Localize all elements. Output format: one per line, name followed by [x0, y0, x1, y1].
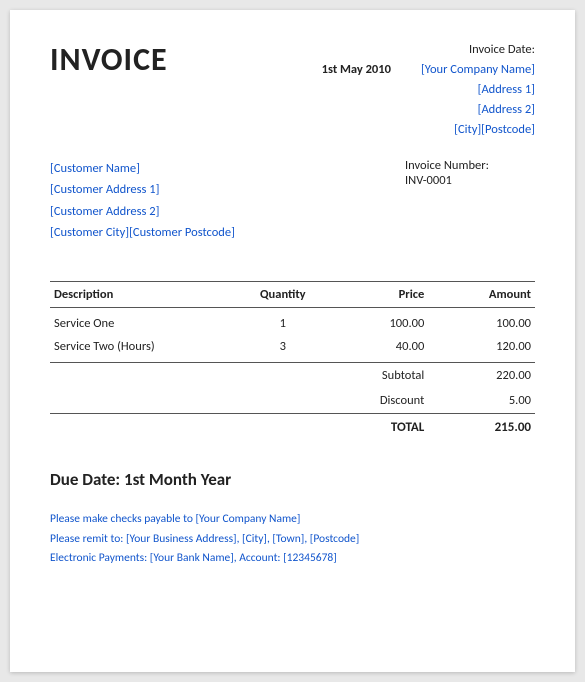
customer-name: [Customer Name] [50, 158, 235, 179]
footer-line2: Please remit to: [Your Business Address]… [50, 530, 535, 550]
due-date-section: Due Date: 1st Month Year [50, 469, 535, 490]
footer-line3: Electronic Payments: [Your Bank Name], A… [50, 549, 535, 569]
invoice-header: INVOICE Invoice Date: 1st May 2010 [Your… [50, 40, 535, 140]
customer-city-postcode: [Customer City][Customer Postcode] [50, 222, 235, 243]
company-name: [Your Company Name] [421, 60, 535, 80]
item-amount-1: 100.00 [428, 308, 535, 336]
company-city-postcode: [City][Postcode] [454, 120, 535, 140]
customer-address1: [Customer Address 1] [50, 179, 235, 200]
invoice-table: Description Quantity Price Amount Servic… [50, 281, 535, 441]
invoice-number-value: INV-0001 [405, 173, 535, 188]
total-row: TOTAL 215.00 [50, 414, 535, 442]
invoice-title-block: INVOICE [50, 40, 168, 140]
item-price-1: 100.00 [331, 308, 428, 336]
invoice-title: INVOICE [50, 40, 168, 79]
company-address1: [Address 1] [478, 80, 535, 100]
subtotal-row: Subtotal 220.00 [50, 363, 535, 389]
customer-address2: [Customer Address 2] [50, 201, 235, 222]
subtotal-value: 220.00 [428, 363, 535, 389]
item-quantity-2: 3 [234, 335, 331, 363]
total-value: 215.00 [428, 414, 535, 442]
header-right-block: Invoice Date: 1st May 2010 [Your Company… [322, 40, 535, 140]
date-value: 1st May 2010 [322, 60, 391, 80]
item-price-2: 40.00 [331, 335, 428, 363]
date-label: Invoice Date: [322, 40, 535, 60]
col-header-price: Price [331, 282, 428, 308]
table-row: Service One 1 100.00 100.00 [50, 308, 535, 336]
invoice-page: INVOICE Invoice Date: 1st May 2010 [Your… [10, 10, 575, 672]
customer-invoice-info: [Customer Name] [Customer Address 1] [Cu… [50, 158, 535, 261]
col-header-description: Description [50, 282, 234, 308]
invoice-number-label: Invoice Number: [405, 158, 535, 173]
footer-line1: Please make checks payable to [Your Comp… [50, 510, 535, 530]
company-address2: [Address 2] [478, 100, 535, 120]
table-header-row: Description Quantity Price Amount [50, 282, 535, 308]
customer-block: [Customer Name] [Customer Address 1] [Cu… [50, 158, 235, 243]
footer-section: Please make checks payable to [Your Comp… [50, 506, 535, 569]
item-amount-2: 120.00 [428, 335, 535, 363]
table-row: Service Two (Hours) 3 40.00 120.00 [50, 335, 535, 363]
invoice-number-block: Invoice Number: INV-0001 [405, 158, 535, 261]
due-date-title: Due Date: 1st Month Year [50, 469, 535, 490]
total-label: TOTAL [331, 414, 428, 442]
item-quantity-1: 1 [234, 308, 331, 336]
discount-row: Discount 5.00 [50, 388, 535, 414]
discount-value: 5.00 [428, 388, 535, 414]
col-header-quantity: Quantity [234, 282, 331, 308]
col-header-amount: Amount [428, 282, 535, 308]
item-description-2: Service Two (Hours) [50, 335, 234, 363]
subtotal-label: Subtotal [331, 363, 428, 389]
item-description-1: Service One [50, 308, 234, 336]
discount-label: Discount [331, 388, 428, 414]
